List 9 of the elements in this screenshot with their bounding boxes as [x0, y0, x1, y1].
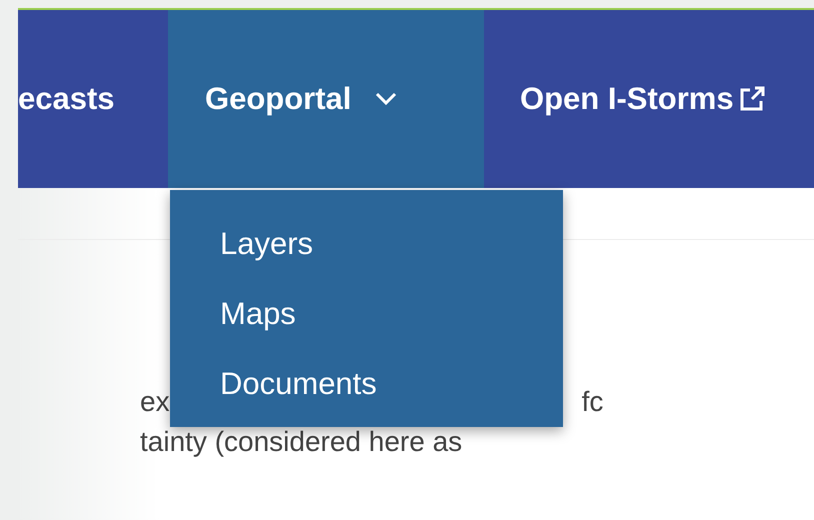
body-text: tainty (considered here as [140, 428, 462, 456]
dropdown-item[interactable]: Layers [220, 224, 314, 264]
chevron-down-icon [375, 92, 398, 106]
body-text: ex [140, 388, 170, 416]
body-text: fc [582, 388, 604, 416]
nav-link[interactable]: Geoportal [168, 10, 484, 188]
external-link-icon [738, 85, 766, 113]
dropdown-item[interactable]: Documents [220, 364, 377, 404]
dropdown-item[interactable]: Maps [220, 294, 296, 334]
